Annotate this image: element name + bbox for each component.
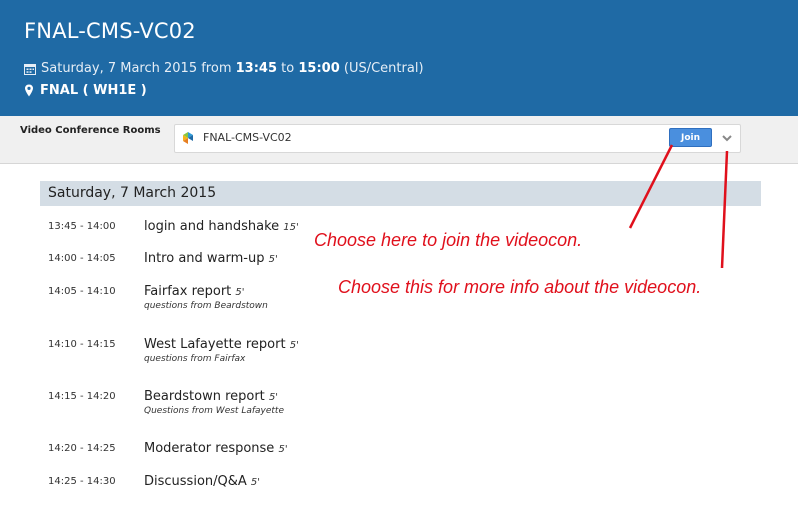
agenda-item-title[interactable]: Intro and warm-up 5' (144, 251, 278, 266)
event-timezone: (US/Central) (343, 61, 424, 76)
chevron-down-icon[interactable] (721, 132, 733, 144)
agenda-item-duration: 5' (250, 477, 261, 488)
agenda-item-time: 14:05 - 14:10 (48, 286, 116, 297)
agenda-item-title-text: West Lafayette report (144, 337, 286, 352)
more-info-annotation: Choose this for more info about the vide… (338, 277, 702, 297)
agenda-item-title-text: Intro and warm-up (144, 251, 265, 266)
agenda-item-title-text: Moderator response (144, 441, 275, 456)
agenda-item-title[interactable]: West Lafayette report 5' (144, 337, 299, 352)
vidyo-logo-icon (183, 132, 193, 144)
event-start-time: 13:45 (235, 61, 278, 76)
map-pin-icon (25, 84, 33, 97)
agenda-item-time: 14:25 - 14:30 (48, 476, 116, 487)
agenda-item-note: questions from Beardstown (144, 301, 268, 311)
calendar-icon (24, 63, 36, 75)
agenda-day-header: Saturday, 7 March 2015 (40, 181, 761, 206)
agenda-item-title-text: Beardstown report (144, 389, 265, 404)
vc-room-entry: FNAL-CMS-VC02 Join (174, 124, 741, 153)
event-header: FNAL-CMS-VC02 Saturday, 7 March 2015 fro… (0, 0, 798, 116)
event-date: Saturday, 7 March 2015 from (41, 61, 232, 76)
join-annotation: Choose here to join the videocon. (314, 230, 583, 250)
agenda-item-title[interactable]: login and handshake 15' (144, 219, 299, 234)
more-info-annotation-line (720, 150, 729, 269)
agenda-item-time: 14:00 - 14:05 (48, 253, 116, 264)
agenda-item-time: 14:10 - 14:15 (48, 339, 116, 350)
agenda-item-duration: 5' (235, 287, 245, 298)
agenda-item-duration: 15' (283, 222, 299, 233)
agenda-item-title-text: Discussion/Q&A (144, 474, 247, 489)
agenda-item-title[interactable]: Discussion/Q&A 5' (144, 474, 260, 489)
agenda-item-duration: 5' (289, 340, 299, 351)
event-title: FNAL-CMS-VC02 (24, 19, 196, 43)
agenda-item-note: Questions from West Lafayette (144, 406, 284, 416)
agenda-item-time: 13:45 - 14:00 (48, 221, 116, 232)
event-end-time: 15:00 (298, 61, 340, 76)
event-location-line: FNAL ( WH1E ) (24, 83, 147, 98)
agenda-item-title-text: Fairfax report (144, 284, 232, 299)
agenda-item-title[interactable]: Beardstown report 5' (144, 389, 278, 404)
agenda-item-duration: 5' (268, 392, 279, 403)
agenda-item-title-text: login and handshake (144, 219, 280, 234)
agenda-item-time: 14:20 - 14:25 (48, 443, 116, 454)
agenda-item-note: questions from Fairfax (144, 354, 246, 364)
event-time-separator: to (281, 61, 295, 76)
vc-rooms-label: Video Conference Rooms (20, 125, 161, 136)
agenda-item-title[interactable]: Fairfax report 5' (144, 284, 245, 299)
vc-room-name: FNAL-CMS-VC02 (203, 131, 292, 144)
agenda-item-time: 14:15 - 14:20 (48, 391, 116, 402)
agenda-item-title[interactable]: Moderator response 5' (144, 441, 288, 456)
join-button[interactable]: Join (669, 128, 712, 147)
event-location[interactable]: FNAL ( WH1E ) (40, 83, 147, 98)
agenda-item-duration: 5' (278, 444, 288, 455)
agenda-item-duration: 5' (268, 254, 278, 265)
event-date-line: Saturday, 7 March 2015 from 13:45 to 15:… (24, 61, 424, 76)
video-conference-bar: Video Conference Rooms FNAL-CMS-VC02 Joi… (0, 116, 798, 164)
